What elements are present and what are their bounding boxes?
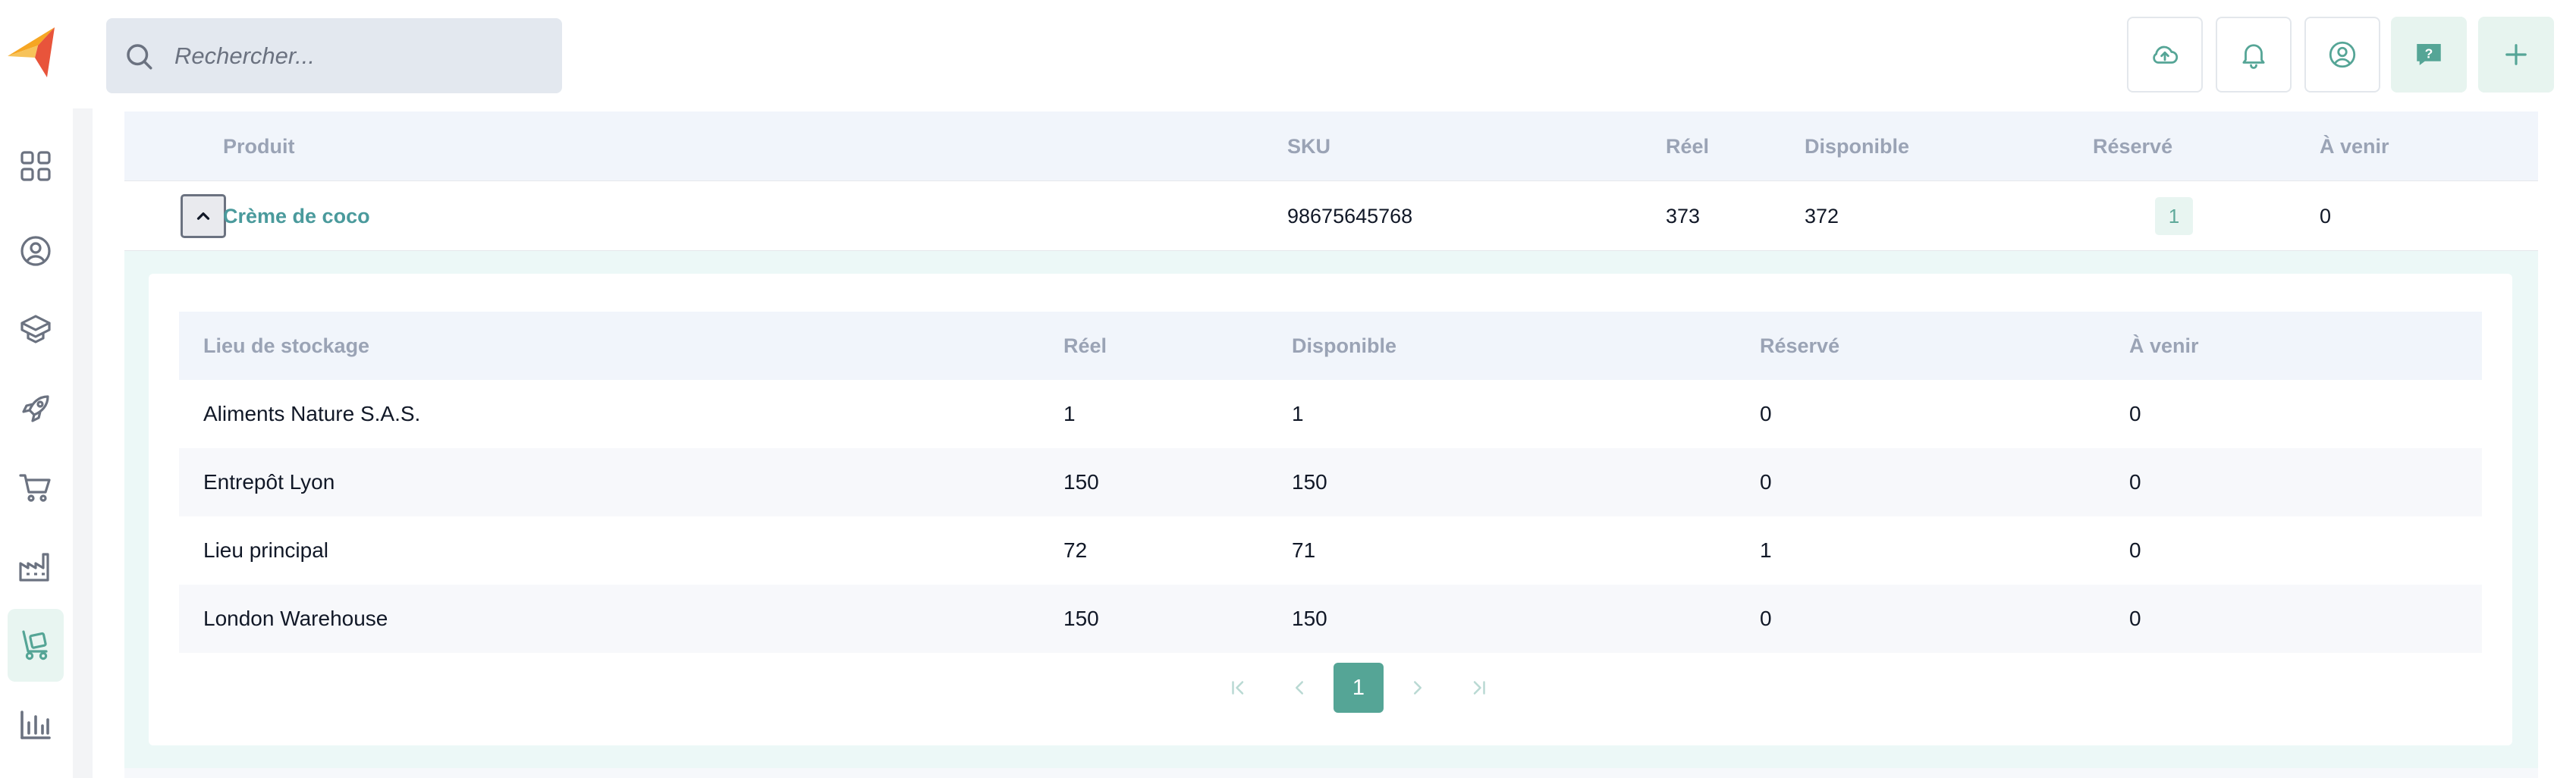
- location-reserved: 0: [1760, 402, 1772, 425]
- header-available[interactable]: Disponible: [1805, 111, 1909, 181]
- location-reserved: 1: [1760, 538, 1772, 562]
- location-name: Entrepôt Lyon: [203, 470, 335, 494]
- next-row-edge: [124, 768, 2538, 778]
- sidebar-item-products[interactable]: [8, 293, 64, 366]
- first-page-icon: [1232, 681, 1244, 695]
- pagination: 1: [149, 663, 2512, 713]
- location-available: 150: [1292, 470, 1327, 494]
- chevron-left-icon: [1296, 681, 1303, 695]
- header-location-available[interactable]: Disponible: [1292, 312, 1396, 380]
- locations-table-header: Lieu de stockage Réel Disponible Réservé…: [179, 312, 2482, 380]
- sidebar-item-analytics[interactable]: [8, 688, 64, 761]
- location-real: 150: [1063, 607, 1099, 630]
- sidebar-divider: [73, 108, 93, 778]
- inventory-dolly-icon: [22, 630, 48, 660]
- sidebar-item-sales[interactable]: [8, 451, 64, 524]
- launch-rocket-icon: [22, 395, 49, 422]
- last-page-icon: [1473, 681, 1485, 695]
- sku-value: 98675645768: [1287, 205, 1413, 227]
- header-location-upcoming[interactable]: À venir: [2129, 312, 2199, 380]
- bell-icon: [2242, 44, 2265, 69]
- header-reserved[interactable]: Réservé: [2093, 111, 2172, 181]
- search-icon: [123, 40, 155, 72]
- app-logo[interactable]: [8, 27, 61, 77]
- header-sku[interactable]: SKU: [1287, 111, 1330, 181]
- location-upcoming: 0: [2129, 538, 2141, 562]
- location-available: 150: [1292, 607, 1327, 630]
- location-name: Aliments Nature S.A.S.: [203, 402, 421, 425]
- real-value: 373: [1666, 205, 1701, 227]
- product-name-link[interactable]: Crème de coco: [223, 181, 370, 251]
- main-content: Produit SKU Réel Disponible Réservé À ve…: [93, 108, 2576, 778]
- products-table-header: Produit SKU Réel Disponible Réservé À ve…: [124, 111, 2538, 181]
- sidebar-item-inventory[interactable]: [8, 609, 64, 682]
- products-box-icon: [20, 315, 51, 344]
- location-upcoming: 0: [2129, 607, 2141, 630]
- header-location-reserved[interactable]: Réservé: [1760, 312, 1839, 380]
- table-row: Aliments Nature S.A.S. 1 1 0 0: [179, 380, 2482, 448]
- analytics-chart-icon: [20, 711, 51, 739]
- table-row: Entrepôt Lyon 150 150 0 0: [179, 448, 2482, 516]
- sidebar: [0, 108, 73, 778]
- first-page-button[interactable]: [1214, 663, 1264, 713]
- location-upcoming: 0: [2129, 402, 2141, 425]
- contacts-icon: [20, 236, 51, 266]
- notifications-button[interactable]: [2216, 17, 2292, 93]
- chevron-right-icon: [1414, 681, 1422, 695]
- search-bar[interactable]: [106, 18, 562, 93]
- location-reserved: 0: [1760, 607, 1772, 630]
- plus-icon: [2505, 44, 2527, 65]
- next-page-button[interactable]: [1393, 663, 1443, 713]
- chevron-up-icon: [196, 212, 210, 220]
- location-real: 1: [1063, 402, 1076, 425]
- factory-icon: [19, 553, 49, 582]
- location-available: 71: [1292, 538, 1316, 562]
- help-chat-icon: ?: [2417, 44, 2441, 65]
- location-available: 1: [1292, 402, 1304, 425]
- previous-page-button[interactable]: [1274, 663, 1324, 713]
- sidebar-item-contacts[interactable]: [8, 215, 64, 287]
- table-row: London Warehouse 150 150 0 0: [179, 585, 2482, 653]
- location-name: London Warehouse: [203, 607, 388, 630]
- cart-icon: [19, 474, 51, 502]
- header-real[interactable]: Réel: [1666, 111, 1709, 181]
- collapse-row-button[interactable]: [181, 194, 226, 238]
- location-upcoming: 0: [2129, 470, 2141, 494]
- table-row[interactable]: Crème de coco 98675645768 373 372 1 0: [124, 181, 2538, 251]
- profile-button[interactable]: [2304, 17, 2380, 93]
- reserved-badge[interactable]: 1: [2155, 197, 2193, 235]
- available-value: 372: [1805, 205, 1839, 227]
- header-location-real[interactable]: Réel: [1063, 312, 1107, 380]
- upload-button[interactable]: [2127, 17, 2203, 93]
- user-circle-icon: [2329, 41, 2356, 68]
- upcoming-value: 0: [2320, 205, 2332, 227]
- create-button[interactable]: [2478, 17, 2554, 93]
- page-1-button[interactable]: 1: [1334, 663, 1384, 713]
- location-name: Lieu principal: [203, 538, 328, 562]
- last-page-button[interactable]: [1453, 663, 1503, 713]
- header-upcoming[interactable]: À venir: [2320, 111, 2389, 181]
- storage-locations-card: Lieu de stockage Réel Disponible Réservé…: [149, 274, 2512, 745]
- dashboard-grid-icon: [20, 151, 51, 181]
- cloud-upload-icon: [2153, 45, 2179, 64]
- header-product[interactable]: Produit: [223, 111, 295, 181]
- location-real: 150: [1063, 470, 1099, 494]
- svg-text:?: ?: [2425, 45, 2433, 61]
- location-real: 72: [1063, 538, 1088, 562]
- sidebar-item-manufacturing[interactable]: [8, 530, 64, 603]
- top-bar: ?: [0, 0, 2576, 108]
- expanded-row-panel: Lieu de stockage Réel Disponible Réservé…: [124, 251, 2538, 768]
- help-button[interactable]: ?: [2391, 17, 2467, 93]
- search-input[interactable]: [173, 36, 537, 76]
- table-row: Lieu principal 72 71 1 0: [179, 516, 2482, 585]
- sidebar-item-dashboard[interactable]: [8, 130, 64, 202]
- location-reserved: 0: [1760, 470, 1772, 494]
- sidebar-item-launch[interactable]: [8, 372, 64, 445]
- header-location[interactable]: Lieu de stockage: [203, 312, 369, 380]
